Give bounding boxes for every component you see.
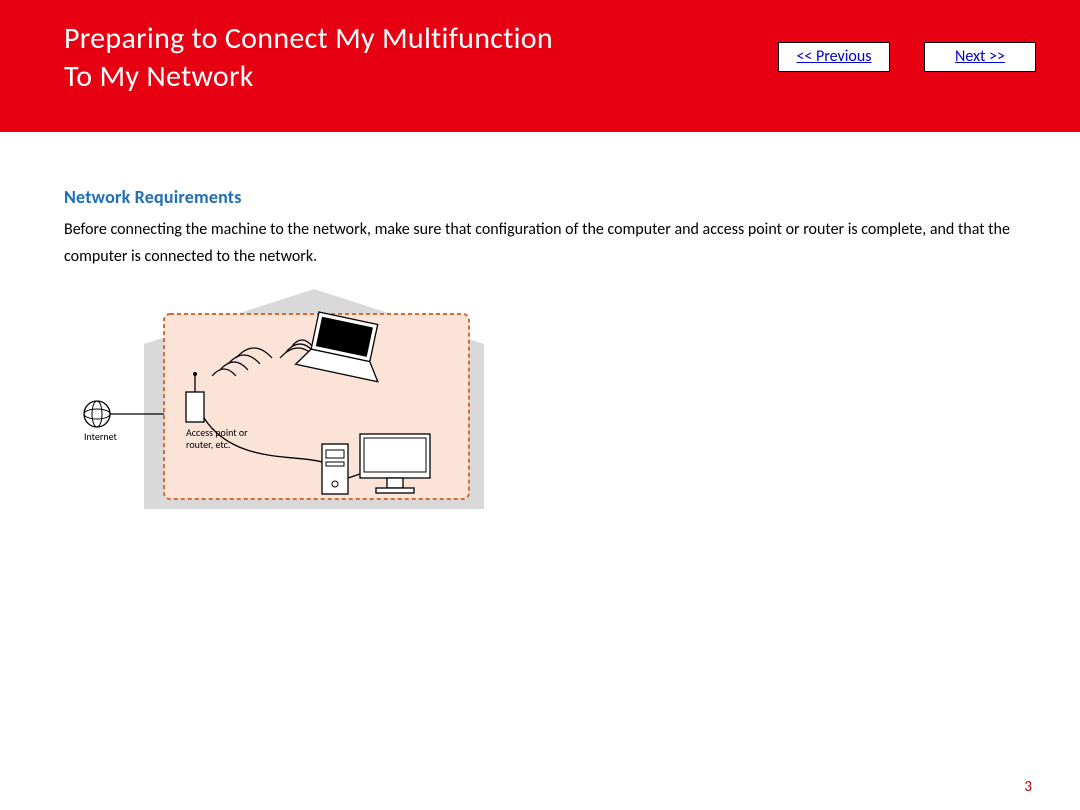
- content-area: Network Requirements Before connecting t…: [0, 132, 1080, 529]
- network-diagram: Internet Access point or router, etc.: [64, 284, 1016, 529]
- title-line-2: To My Network: [64, 58, 254, 95]
- nav-buttons: << Previous Next >>: [778, 42, 1036, 72]
- section-heading: Network Requirements: [64, 186, 1016, 208]
- next-button[interactable]: Next >>: [924, 42, 1036, 72]
- internet-label: Internet: [84, 430, 118, 443]
- diagram-svg: Internet Access point or router, etc.: [64, 284, 494, 524]
- header-bar: Preparing to Connect My Multifunction To…: [0, 0, 1080, 132]
- previous-button[interactable]: << Previous: [778, 42, 890, 72]
- page-number: 3: [1024, 778, 1032, 796]
- title-line-1: Preparing to Connect My Multifunction: [64, 20, 553, 57]
- intro-paragraph: Before connecting the machine to the net…: [64, 216, 1016, 270]
- ap-label-2: router, etc.: [186, 438, 230, 451]
